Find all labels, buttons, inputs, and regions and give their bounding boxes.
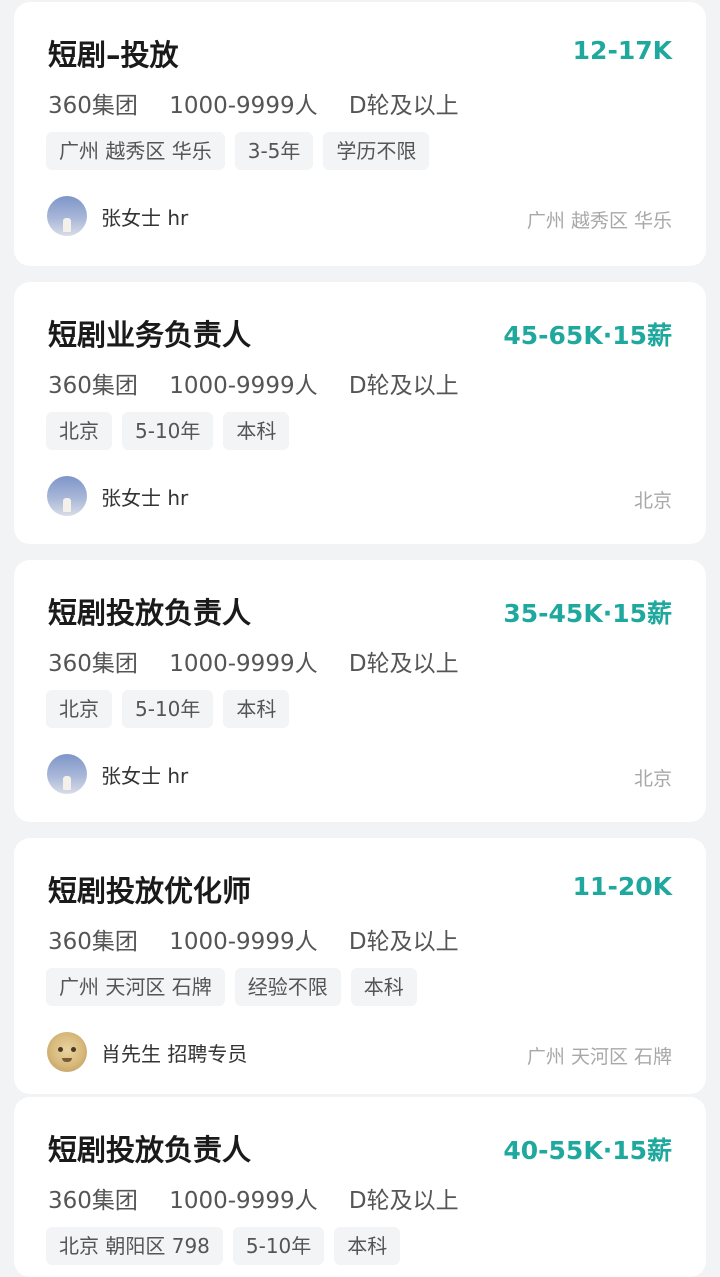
tag-experience: 5-10年 (122, 412, 214, 450)
job-title: 短剧业务负责人 (48, 318, 252, 352)
recruiter-name: 张女士 hr (101, 763, 189, 788)
job-card[interactable]: 短剧–投放 12-17K 360集团 1000-9999人 D轮及以上 广州 越… (14, 2, 706, 266)
company-name: 360集团 (48, 93, 138, 119)
avatar (47, 476, 87, 516)
tag-experience: 5-10年 (232, 1227, 325, 1265)
tag-education: 本科 (223, 690, 290, 728)
recruiter-name: 肖先生 招聘专员 (101, 1041, 248, 1066)
company-stage: D轮及以上 (348, 373, 459, 399)
recruiter[interactable]: 张女士 hr (47, 196, 188, 236)
job-list: 短剧–投放 12-17K 360集团 1000-9999人 D轮及以上 广州 越… (0, 0, 720, 1277)
job-title: 短剧投放负责人 (48, 596, 252, 630)
recruiter[interactable]: 肖先生 招聘专员 (47, 1032, 247, 1072)
job-location: 北京 (633, 768, 672, 790)
job-tags: 广州 天河区 石牌 经验不限 本科 (46, 968, 417, 1006)
company-info: 360集团 1000-9999人 D轮及以上 (48, 86, 483, 120)
job-title: 短剧–投放 (48, 38, 179, 72)
tag-location: 北京 朝阳区 798 (46, 1227, 223, 1265)
job-card[interactable]: 短剧投放优化师 11-20K 360集团 1000-9999人 D轮及以上 广州… (14, 838, 706, 1094)
recruiter-name: 张女士 hr (101, 485, 189, 510)
job-salary: 35-45K·15薪 (503, 599, 672, 628)
tag-education: 本科 (350, 968, 417, 1006)
tag-location: 北京 (46, 412, 112, 450)
job-card[interactable]: 短剧业务负责人 45-65K·15薪 360集团 1000-9999人 D轮及以… (14, 282, 706, 544)
job-tags: 北京 5-10年 本科 (46, 412, 290, 450)
tag-location: 广州 越秀区 华乐 (46, 132, 225, 170)
recruiter[interactable]: 张女士 hr (47, 476, 188, 516)
job-location: 广州 越秀区 华乐 (526, 210, 672, 232)
company-info: 360集团 1000-9999人 D轮及以上 (48, 1181, 483, 1215)
company-stage: D轮及以上 (348, 651, 459, 677)
job-salary: 45-65K·15薪 (503, 321, 672, 350)
tag-location: 广州 天河区 石牌 (46, 968, 225, 1006)
company-stage: D轮及以上 (348, 929, 459, 955)
company-name: 360集团 (48, 651, 138, 677)
job-tags: 广州 越秀区 华乐 3-5年 学历不限 (46, 132, 430, 170)
job-title: 短剧投放负责人 (48, 1133, 252, 1167)
tag-education: 本科 (223, 412, 290, 450)
job-card[interactable]: 短剧投放负责人 40-55K·15薪 360集团 1000-9999人 D轮及以… (14, 1097, 706, 1277)
company-size: 1000-9999人 (169, 929, 318, 955)
company-name: 360集团 (48, 929, 138, 955)
tag-experience: 经验不限 (234, 968, 341, 1006)
company-stage: D轮及以上 (348, 1188, 459, 1214)
tag-experience: 3-5年 (234, 132, 314, 170)
company-size: 1000-9999人 (169, 651, 318, 677)
avatar (47, 196, 87, 236)
job-title: 短剧投放优化师 (48, 874, 252, 908)
job-card[interactable]: 短剧投放负责人 35-45K·15薪 360集团 1000-9999人 D轮及以… (14, 560, 706, 822)
job-salary: 40-55K·15薪 (503, 1136, 672, 1165)
avatar (47, 1032, 87, 1072)
job-tags: 北京 5-10年 本科 (46, 690, 290, 728)
tag-location: 北京 (46, 690, 112, 728)
company-info: 360集团 1000-9999人 D轮及以上 (48, 366, 483, 400)
job-tags: 北京 朝阳区 798 5-10年 本科 (46, 1227, 401, 1265)
job-location: 北京 (633, 490, 672, 512)
company-info: 360集团 1000-9999人 D轮及以上 (48, 922, 483, 956)
company-name: 360集团 (48, 1188, 138, 1214)
job-salary: 12-17K (572, 36, 672, 65)
recruiter[interactable]: 张女士 hr (47, 754, 188, 794)
avatar (47, 754, 87, 794)
company-info: 360集团 1000-9999人 D轮及以上 (48, 644, 483, 678)
job-location: 广州 天河区 石牌 (526, 1046, 672, 1068)
job-salary: 11-20K (572, 872, 672, 901)
tag-education: 学历不限 (323, 132, 430, 170)
tag-experience: 5-10年 (122, 690, 214, 728)
tag-education: 本科 (334, 1227, 401, 1265)
company-stage: D轮及以上 (348, 93, 459, 119)
company-size: 1000-9999人 (169, 373, 318, 399)
recruiter-name: 张女士 hr (101, 205, 189, 230)
company-size: 1000-9999人 (169, 1188, 318, 1214)
company-size: 1000-9999人 (169, 93, 318, 119)
company-name: 360集团 (48, 373, 138, 399)
